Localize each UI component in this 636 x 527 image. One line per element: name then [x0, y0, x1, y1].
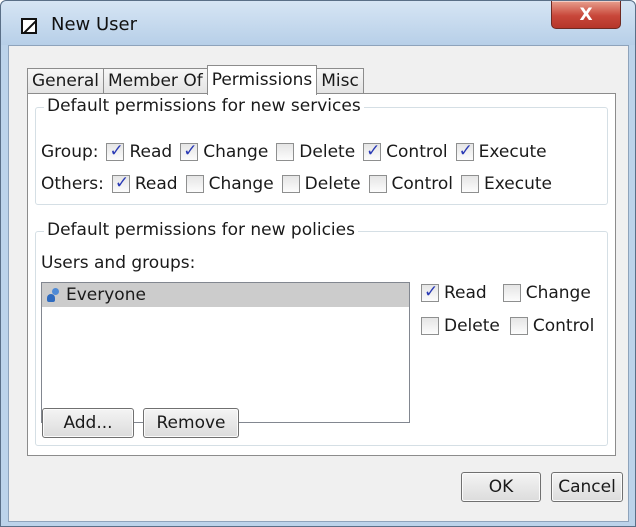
- checkbox-box: [276, 143, 295, 161]
- group-permissions-row: Group: Read Change Delete Control Execut…: [41, 140, 555, 164]
- others-permissions-row: Others: Read Change Delete Control Execu…: [41, 172, 560, 196]
- checkbox-label: Change: [525, 283, 591, 303]
- policy-control-checkbox[interactable]: Control: [509, 316, 595, 336]
- checkbox-box: [509, 317, 528, 335]
- checkbox-box: [281, 175, 300, 193]
- policy-delete-checkbox[interactable]: Delete: [421, 316, 500, 336]
- group-delete-checkbox[interactable]: Delete: [276, 142, 355, 162]
- tab-misc[interactable]: Misc: [316, 68, 364, 94]
- policies-groupbox-title: Default permissions for new policies: [44, 220, 358, 240]
- checkbox-box: [111, 173, 130, 193]
- checkbox-label: Execute: [478, 142, 547, 162]
- checkbox-box: [421, 317, 439, 335]
- checkbox-box: [368, 175, 387, 193]
- users-groups-listbox[interactable]: Everyone: [41, 282, 410, 423]
- checkbox-label: Delete: [299, 142, 356, 162]
- checkbox-box: [421, 282, 439, 302]
- group-execute-checkbox[interactable]: Execute: [455, 141, 547, 162]
- services-groupbox-title: Default permissions for new services: [44, 96, 364, 116]
- tab-permissions[interactable]: Permissions: [206, 65, 318, 95]
- checkbox-box: [502, 284, 521, 302]
- checkbox-label: Read: [129, 142, 173, 162]
- checkbox-label: Control: [532, 316, 595, 336]
- others-control-checkbox[interactable]: Control: [368, 174, 453, 194]
- user-group-icon: [46, 288, 60, 302]
- checkbox-label: Change: [203, 142, 269, 162]
- new-user-dialog: New User X General Member Of Permissions…: [0, 0, 636, 527]
- policy-read-checkbox[interactable]: Read: [421, 282, 487, 303]
- checkbox-box: [460, 175, 479, 193]
- group-control-checkbox[interactable]: Control: [363, 141, 448, 162]
- checkbox-label: Read: [444, 283, 487, 303]
- close-button[interactable]: X: [551, 1, 621, 29]
- checkbox-label: Control: [386, 142, 448, 162]
- group-label: Group:: [41, 142, 99, 162]
- checkbox-box: [363, 141, 382, 161]
- checkbox-box: [106, 141, 125, 161]
- users-groups-label: Users and groups:: [41, 253, 196, 273]
- tab-member-of[interactable]: Member Of: [103, 68, 208, 94]
- permissions-panel: Default permissions for new services Gro…: [27, 93, 616, 456]
- policy-change-checkbox[interactable]: Change: [502, 283, 591, 303]
- policies-groupbox: Default permissions for new policies Use…: [35, 220, 608, 446]
- dialog-body: General Member Of Permissions Misc Defau…: [8, 45, 629, 522]
- checkbox-label: Control: [391, 174, 453, 194]
- ok-button[interactable]: OK: [461, 472, 541, 502]
- group-read-checkbox[interactable]: Read: [106, 141, 173, 162]
- remove-button[interactable]: Remove: [143, 408, 239, 438]
- list-item[interactable]: Everyone: [42, 283, 409, 307]
- title-bar: New User X: [1, 1, 635, 45]
- window-title: New User: [51, 14, 138, 35]
- checkbox-label: Read: [134, 174, 178, 194]
- checkbox-box: [180, 141, 199, 161]
- others-label: Others:: [41, 174, 104, 194]
- checkbox-label: Delete: [444, 316, 500, 336]
- checkbox-label: Delete: [304, 174, 361, 194]
- tab-general[interactable]: General: [27, 68, 104, 94]
- policy-perms-row-2: Delete Control: [421, 314, 602, 338]
- checkbox-label: Execute: [483, 174, 552, 194]
- checkbox-label: Change: [208, 174, 274, 194]
- others-execute-checkbox[interactable]: Execute: [460, 174, 552, 194]
- others-delete-checkbox[interactable]: Delete: [281, 174, 361, 194]
- list-item-label: Everyone: [66, 285, 146, 305]
- group-change-checkbox[interactable]: Change: [180, 141, 269, 162]
- cancel-button[interactable]: Cancel: [551, 472, 623, 502]
- tab-strip: General Member Of Permissions Misc: [27, 64, 364, 95]
- others-read-checkbox[interactable]: Read: [111, 173, 178, 194]
- checkbox-box: [455, 141, 474, 161]
- add-button[interactable]: Add...: [42, 408, 134, 438]
- services-groupbox: Default permissions for new services Gro…: [35, 96, 608, 205]
- others-change-checkbox[interactable]: Change: [185, 174, 274, 194]
- app-icon: [21, 18, 37, 34]
- checkbox-box: [185, 175, 204, 193]
- policy-perms-row-1: Read Change: [421, 281, 599, 305]
